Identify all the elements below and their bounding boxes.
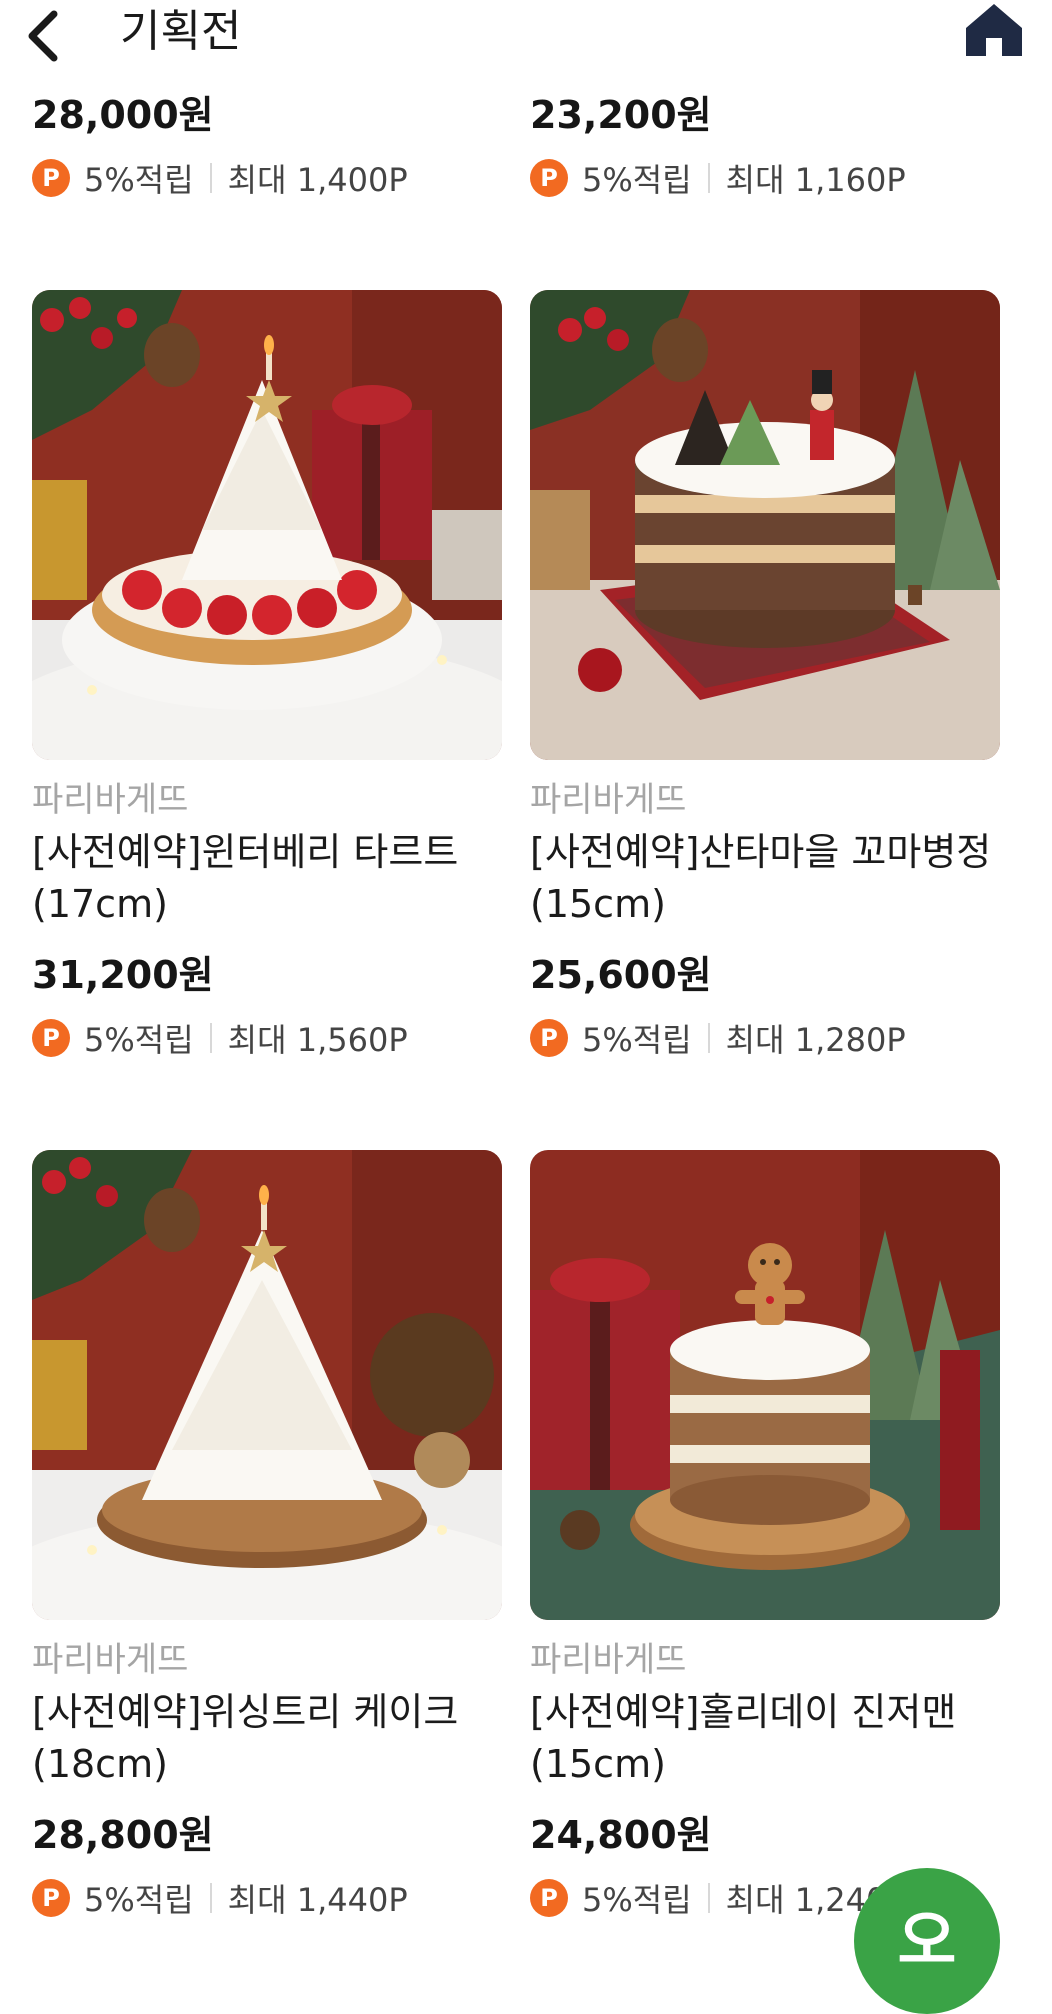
- point-info: P 5%적립 최대 1,240P: [530, 1876, 906, 1920]
- point-info: P 5%적립 최대 1,400P: [32, 156, 408, 200]
- chevron-left-icon: [28, 10, 58, 62]
- product-image-wishing-tree-cake[interactable]: [32, 1150, 502, 1620]
- home-button[interactable]: [962, 0, 1026, 60]
- point-info: P 5%적립 최대 1,280P: [530, 1016, 906, 1060]
- point-icon: P: [32, 1019, 70, 1057]
- point-rate: 5%적립: [582, 161, 692, 199]
- point-info: P 5%적립 최대 1,560P: [32, 1016, 408, 1060]
- product-price: 31,200원: [32, 953, 214, 997]
- point-info: P 5%적립 최대 1,160P: [530, 156, 906, 200]
- product-card[interactable]: 파리바게뜨 [사전예약]윈터베리 타르트 (17cm) 31,200원 P 5%…: [32, 290, 502, 1090]
- floating-chat-button[interactable]: 오: [854, 1868, 1000, 2014]
- point-max: 최대 1,160P: [725, 161, 906, 199]
- product-name[interactable]: [사전예약]위싱트리 케이크 (18cm): [32, 1686, 512, 1790]
- product-name[interactable]: [사전예약]윈터베리 타르트 (17cm): [32, 826, 512, 930]
- divider: [707, 1023, 710, 1053]
- point-rate: 5%적립: [84, 1881, 194, 1919]
- product-image-holiday-gingerman[interactable]: [530, 1150, 1000, 1620]
- product-brand: 파리바게뜨: [32, 780, 189, 820]
- product-price: 28,000원: [32, 93, 214, 137]
- divider: [209, 1883, 212, 1913]
- top-app-bar: 기획전: [0, 0, 1052, 72]
- point-max: 최대 1,440P: [227, 1881, 408, 1919]
- point-icon: P: [530, 1019, 568, 1057]
- divider: [707, 163, 710, 193]
- point-max: 최대 1,280P: [725, 1021, 906, 1059]
- product-price: 25,600원: [530, 953, 712, 997]
- product-card[interactable]: 파리바게뜨 [사전예약]홀리데이 진저맨 (15cm) 24,800원 P 5%…: [530, 1150, 1000, 1950]
- divider: [209, 163, 212, 193]
- point-rate: 5%적립: [84, 1021, 194, 1059]
- product-brand: 파리바게뜨: [32, 1640, 189, 1680]
- point-max: 최대 1,560P: [227, 1021, 408, 1059]
- product-price: 23,200원: [530, 93, 712, 137]
- product-card[interactable]: 파리바게뜨 [사전예약]산타마을 꼬마병정 (15cm) 25,600원 P 5…: [530, 290, 1000, 1090]
- product-grid: 28,000원 P 5%적립 최대 1,400P 23,200원 P 5%적립 …: [0, 0, 1052, 1968]
- product-brand: 파리바게뜨: [530, 780, 687, 820]
- point-icon: P: [32, 1879, 70, 1917]
- product-price: 24,800원: [530, 1813, 712, 1857]
- page-title: 기획전: [120, 6, 242, 57]
- point-icon: P: [530, 1879, 568, 1917]
- point-icon: P: [530, 159, 568, 197]
- product-card[interactable]: 파리바게뜨 [사전예약]위싱트리 케이크 (18cm) 28,800원 P 5%…: [32, 1150, 502, 1950]
- product-name[interactable]: [사전예약]홀리데이 진저맨 (15cm): [530, 1686, 1010, 1790]
- point-info: P 5%적립 최대 1,440P: [32, 1876, 408, 1920]
- point-rate: 5%적립: [582, 1881, 692, 1919]
- product-brand: 파리바게뜨: [530, 1640, 687, 1680]
- point-icon: P: [32, 159, 70, 197]
- product-name[interactable]: [사전예약]산타마을 꼬마병정 (15cm): [530, 826, 1010, 930]
- point-rate: 5%적립: [582, 1021, 692, 1059]
- product-image-santa-village-soldier[interactable]: [530, 290, 1000, 760]
- back-button[interactable]: [22, 6, 66, 62]
- point-rate: 5%적립: [84, 161, 194, 199]
- product-image-winterberry-tart[interactable]: [32, 290, 502, 760]
- home-icon: [966, 4, 1022, 56]
- divider: [707, 1883, 710, 1913]
- product-price: 28,800원: [32, 1813, 214, 1857]
- divider: [209, 1023, 212, 1053]
- point-max: 최대 1,400P: [227, 161, 408, 199]
